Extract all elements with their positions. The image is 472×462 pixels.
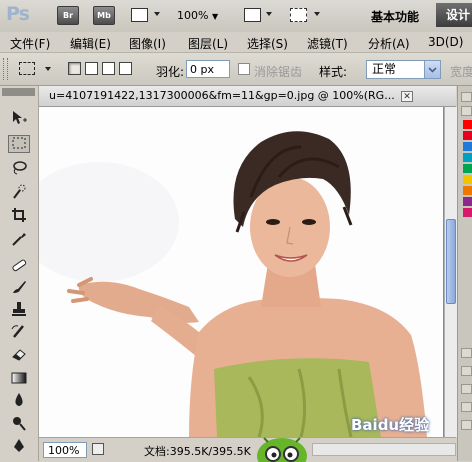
menu-filter[interactable]: 滤镜(T): [307, 35, 348, 52]
add-to-selection-icon[interactable]: [85, 62, 98, 75]
style-select[interactable]: 正常: [366, 60, 441, 79]
arrange-documents-dropdown-icon[interactable]: [266, 12, 272, 16]
menu-3d[interactable]: 3D(D): [428, 35, 463, 49]
document-window: u=4107191422,1317300006&fm=11&gp=0.jpg @…: [39, 86, 457, 462]
document-size-info: 文档:395.5K/395.5K: [144, 445, 251, 458]
blur-tool-icon[interactable]: [8, 392, 30, 410]
crop-tool-icon[interactable]: [8, 207, 30, 225]
quick-selection-tool-icon[interactable]: [8, 184, 30, 202]
baidu-watermark: Baidu经验: [351, 416, 430, 434]
screen-mode-dropdown-icon[interactable]: [314, 12, 320, 16]
feather-label: 羽化:: [156, 65, 185, 79]
panel-tab-paths-button[interactable]: [461, 402, 472, 412]
tool-preset-marquee-icon[interactable]: [19, 62, 35, 75]
healing-brush-tool-icon[interactable]: [8, 257, 30, 275]
tools-panel-header[interactable]: [2, 88, 35, 96]
right-panel-strip: [457, 86, 472, 461]
panel-tab-layers-button[interactable]: [461, 366, 472, 376]
color-swatch[interactable]: [463, 186, 472, 195]
menu-image[interactable]: 图像(I): [129, 35, 166, 52]
clone-stamp-tool-icon[interactable]: [8, 301, 30, 319]
menu-analysis[interactable]: 分析(A): [368, 35, 410, 52]
tool-preset-dropdown-icon[interactable]: [45, 67, 51, 71]
zoom-level-dropdown[interactable]: 100% ▼: [177, 9, 218, 22]
chevron-down-icon[interactable]: [424, 61, 440, 78]
arrange-documents-icon[interactable]: [244, 8, 261, 22]
image-canvas[interactable]: [39, 107, 443, 437]
lasso-tool-icon[interactable]: [8, 160, 30, 178]
zoom-field[interactable]: 100%: [43, 442, 87, 458]
status-info-icon[interactable]: [92, 443, 104, 455]
color-swatch[interactable]: [463, 120, 472, 129]
application-bar: Ps Br Mb 100% ▼ 基本功能 设计: [0, 0, 472, 33]
tools-panel: [0, 86, 39, 461]
style-label: 样式:: [319, 65, 348, 79]
brush-tool-icon[interactable]: [8, 279, 30, 297]
bridge-button[interactable]: Br: [57, 6, 79, 25]
intersect-selection-icon[interactable]: [119, 62, 132, 75]
color-swatch[interactable]: [463, 164, 472, 173]
color-swatch[interactable]: [463, 197, 472, 206]
color-swatch[interactable]: [463, 208, 472, 217]
feather-input[interactable]: 0 px: [186, 60, 230, 78]
menu-edit[interactable]: 编辑(E): [70, 35, 111, 52]
close-icon[interactable]: ✕: [401, 91, 413, 102]
menu-select[interactable]: 选择(S): [247, 35, 288, 52]
menu-layer[interactable]: 图层(L): [188, 35, 228, 52]
panel-tab-channels-button[interactable]: [461, 384, 472, 394]
view-extras-dropdown-icon[interactable]: [154, 12, 160, 16]
eraser-tool-icon[interactable]: [8, 346, 30, 364]
photoshop-logo: Ps: [6, 3, 30, 25]
rectangular-marquee-tool-icon[interactable]: [8, 135, 30, 153]
workspace-essentials[interactable]: 基本功能: [371, 8, 419, 25]
status-bar: 100% 文档:395.5K/395.5K: [39, 437, 456, 462]
color-swatch[interactable]: [463, 142, 472, 151]
screen-mode-icon[interactable]: [290, 8, 307, 22]
options-bar: 羽化: 0 px 消除锯齿 样式: 正常 宽度: [0, 53, 472, 86]
photo-eye-left: [266, 219, 280, 225]
pen-tool-icon[interactable]: [8, 438, 30, 456]
subtract-from-selection-icon[interactable]: [102, 62, 115, 75]
antialias-checkbox[interactable]: [238, 63, 250, 75]
history-brush-tool-icon[interactable]: [8, 323, 30, 341]
portrait-photo: [39, 107, 443, 437]
workspace-design-button[interactable]: 设计: [436, 3, 472, 27]
menu-file[interactable]: 文件(F): [10, 35, 50, 52]
mini-bridge-button[interactable]: Mb: [93, 6, 115, 25]
gradient-tool-icon[interactable]: [8, 370, 30, 388]
new-selection-icon[interactable]: [68, 62, 81, 75]
view-extras-icon[interactable]: [131, 8, 148, 22]
move-tool-icon[interactable]: [8, 110, 30, 128]
vertical-scrollbar-thumb[interactable]: [446, 219, 456, 304]
width-label: 宽度: [450, 65, 472, 79]
color-swatch[interactable]: [463, 153, 472, 162]
color-swatch[interactable]: [463, 175, 472, 184]
panel-tab-adjustments-button[interactable]: [461, 348, 472, 358]
style-select-value: 正常: [372, 62, 397, 76]
menu-bar: 文件(F) 编辑(E) 图像(I) 图层(L) 选择(S) 滤镜(T) 分析(A…: [0, 32, 472, 53]
document-title: u=4107191422,1317300006&fm=11&gp=0.jpg @…: [49, 89, 395, 102]
dodge-tool-icon[interactable]: [8, 415, 30, 433]
panel-tab-button[interactable]: [461, 106, 472, 116]
document-tab[interactable]: u=4107191422,1317300006&fm=11&gp=0.jpg @…: [39, 86, 456, 107]
zoom-level-value: 100%: [177, 9, 209, 22]
color-swatch[interactable]: [463, 131, 472, 140]
antialias-label: 消除锯齿: [254, 65, 303, 79]
panel-collapse-button[interactable]: [461, 92, 472, 102]
photo-eye-right: [302, 219, 316, 225]
eyedropper-tool-icon[interactable]: [8, 231, 30, 249]
vertical-scrollbar[interactable]: [444, 107, 457, 437]
panel-tab-history-button[interactable]: [461, 420, 472, 430]
options-bar-grip[interactable]: [3, 58, 8, 80]
horizontal-scrollbar[interactable]: [312, 443, 456, 456]
baidu-mascot-logo: [257, 437, 307, 462]
